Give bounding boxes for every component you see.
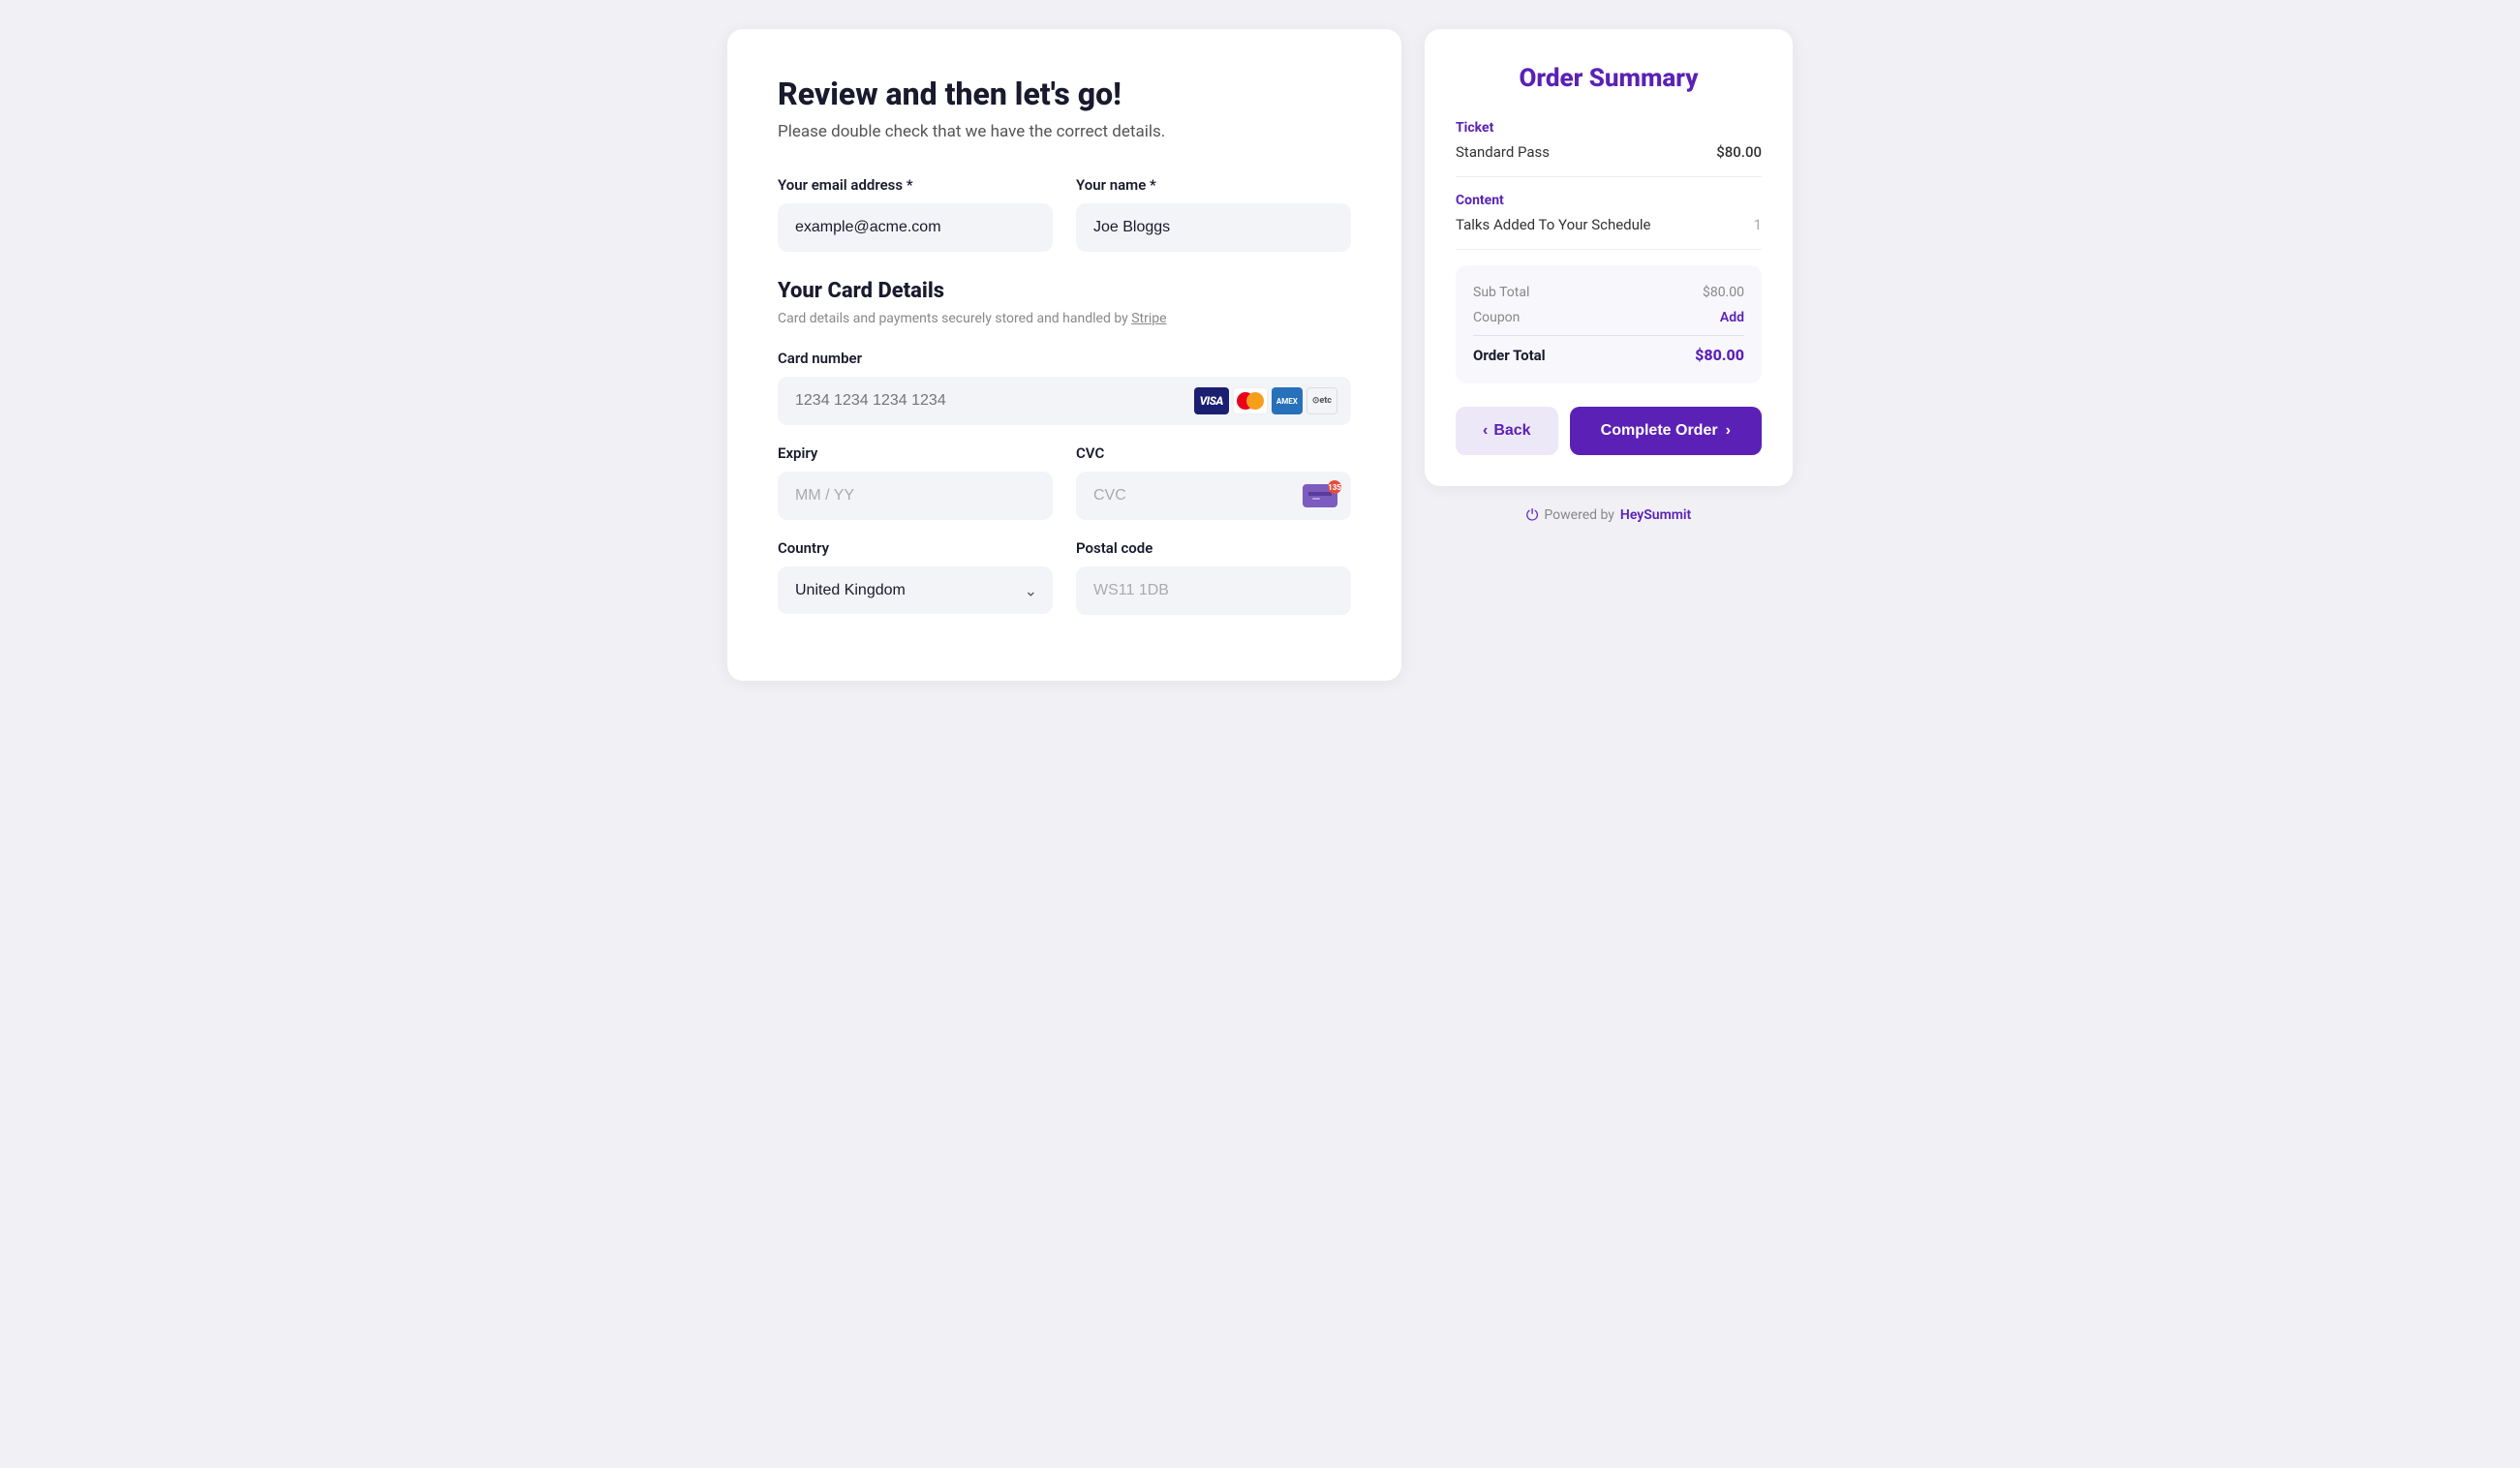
ticket-price: $80.00 [1716, 143, 1762, 161]
visa-icon: VISA [1194, 387, 1229, 414]
card-section-subtitle: Card details and payments securely store… [778, 311, 1351, 326]
page-subtitle: Please double check that we have the cor… [778, 122, 1351, 141]
card-number-wrapper: VISA AMEX ⊙etc [778, 377, 1351, 425]
back-chevron-icon: ‹ [1483, 422, 1488, 440]
coupon-add-link[interactable]: Add [1720, 310, 1744, 325]
card-section-title: Your Card Details [778, 279, 1351, 303]
expiry-group: Expiry [778, 444, 1053, 520]
content-count: 1 [1754, 216, 1762, 233]
name-label: Your name * [1076, 176, 1351, 194]
back-button[interactable]: ‹ Back [1456, 407, 1558, 455]
content-line: Talks Added To Your Schedule 1 [1456, 216, 1762, 233]
cvc-group: CVC 135 [1076, 444, 1351, 520]
expiry-label: Expiry [778, 444, 1053, 462]
card-icons: VISA AMEX ⊙etc [1194, 387, 1337, 414]
brand-name: HeySummit [1620, 507, 1691, 523]
coupon-line: Coupon Add [1473, 310, 1744, 325]
divider-1 [1456, 176, 1762, 177]
country-select-wrapper: United Kingdom United States Canada Aust… [778, 566, 1053, 615]
cvc-card-icon: 135 [1303, 484, 1337, 507]
order-total-amount: $80.00 [1695, 346, 1744, 364]
coupon-label: Coupon [1473, 310, 1520, 325]
complete-chevron-icon: › [1726, 422, 1731, 440]
sidebar: Order Summary Ticket Standard Pass $80.0… [1425, 29, 1793, 681]
cvc-wrapper: 135 [1076, 472, 1351, 520]
power-icon: ⏻ [1526, 505, 1539, 525]
amex-icon: AMEX [1272, 387, 1303, 414]
divider-2 [1456, 249, 1762, 250]
mastercard-icon [1233, 387, 1268, 414]
ticket-name: Standard Pass [1456, 143, 1550, 161]
order-total-label: Order Total [1473, 347, 1546, 364]
postal-group: Postal code [1076, 539, 1351, 615]
cvc-badge: 135 [1328, 480, 1341, 494]
order-summary-card: Order Summary Ticket Standard Pass $80.0… [1425, 29, 1793, 486]
name-field-group: Your name * [1076, 176, 1351, 252]
totals-box: Sub Total $80.00 Coupon Add Order Total … [1456, 265, 1762, 383]
country-label: Country [778, 539, 1053, 557]
content-name: Talks Added To Your Schedule [1456, 216, 1651, 233]
order-total-line: Order Total $80.00 [1473, 335, 1744, 364]
postal-label: Postal code [1076, 539, 1351, 557]
etc-icon: ⊙etc [1306, 387, 1337, 414]
stripe-link[interactable]: Stripe [1131, 311, 1166, 326]
content-section-label: Content [1456, 193, 1762, 208]
action-row: ‹ Back Complete Order › [1456, 407, 1762, 455]
subtotal-amount: $80.00 [1703, 285, 1744, 300]
ticket-section-label: Ticket [1456, 120, 1762, 136]
personal-info-row: Your email address * Your name * [778, 176, 1351, 252]
powered-by: ⏻ Powered by HeySummit [1425, 505, 1793, 525]
subtotal-line: Sub Total $80.00 [1473, 285, 1744, 300]
powered-by-text: Powered by [1544, 507, 1614, 523]
card-number-group: Card number VISA AMEX ⊙etc [778, 350, 1351, 425]
email-input[interactable] [778, 203, 1053, 252]
name-input[interactable] [1076, 203, 1351, 252]
card-section: Your Card Details Card details and payme… [778, 279, 1351, 615]
main-panel: Review and then let's go! Please double … [727, 29, 1401, 681]
country-postal-row: Country United Kingdom United States Can… [778, 539, 1351, 615]
page-title: Review and then let's go! [778, 76, 1351, 112]
email-field-group: Your email address * [778, 176, 1053, 252]
expiry-input[interactable] [778, 472, 1053, 520]
complete-order-button[interactable]: Complete Order › [1570, 407, 1762, 455]
page-wrapper: Review and then let's go! Please double … [727, 29, 1793, 681]
country-select[interactable]: United Kingdom United States Canada Aust… [778, 566, 1053, 614]
expiry-cvc-row: Expiry CVC 135 [778, 444, 1351, 520]
subtotal-label: Sub Total [1473, 285, 1529, 300]
country-group: Country United Kingdom United States Can… [778, 539, 1053, 615]
postal-input[interactable] [1076, 566, 1351, 615]
card-number-label: Card number [778, 350, 1351, 367]
ticket-line: Standard Pass $80.00 [1456, 143, 1762, 161]
email-label: Your email address * [778, 176, 1053, 194]
order-summary-title: Order Summary [1456, 64, 1762, 93]
cvc-label: CVC [1076, 444, 1351, 462]
